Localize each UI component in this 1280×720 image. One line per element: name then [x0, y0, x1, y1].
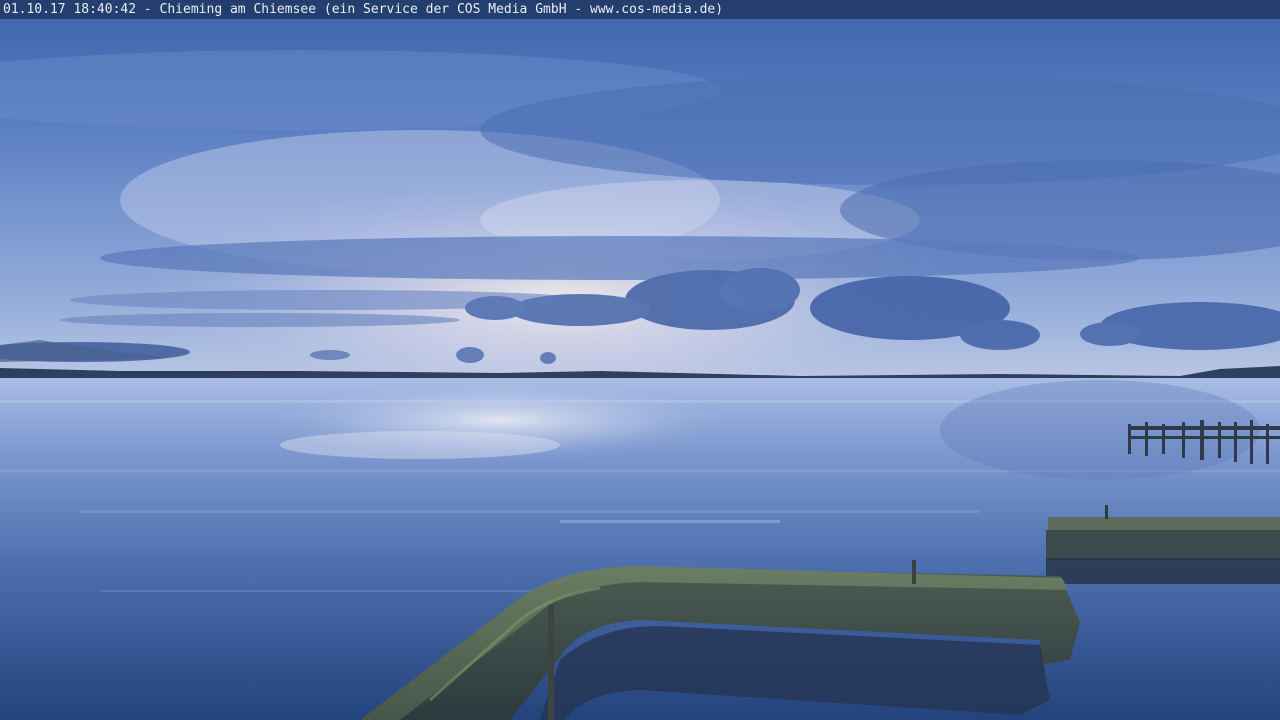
- webcam-caption: 01.10.17 18:40:42 - Chieming am Chiemsee…: [0, 0, 1280, 19]
- lake-scene-image: [0, 0, 1280, 720]
- webcam-frame: 01.10.17 18:40:42 - Chieming am Chiemsee…: [0, 0, 1280, 720]
